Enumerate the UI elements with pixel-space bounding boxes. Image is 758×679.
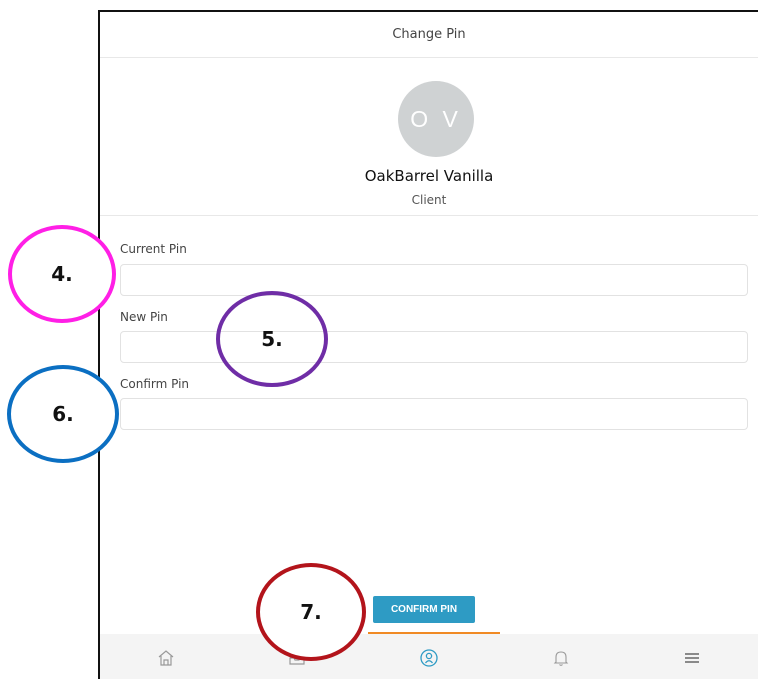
new-pin-label: New Pin — [120, 310, 168, 324]
new-pin-input[interactable] — [120, 331, 748, 363]
current-pin-label: Current Pin — [120, 242, 187, 256]
nav-item-home[interactable] — [100, 634, 232, 679]
annotation-7-label: 7. — [300, 600, 322, 624]
bell-icon — [553, 650, 568, 666]
profile-role: Client — [411, 193, 447, 207]
profile-icon — [420, 648, 438, 667]
screenshot-stage: Change Pin O V OakBarrel Vanilla Client … — [0, 0, 758, 679]
nav-item-notifications[interactable] — [495, 634, 627, 679]
nav-item-profile[interactable] — [363, 634, 495, 679]
confirm-pin-input[interactable] — [120, 398, 748, 430]
confirm-pin-button[interactable]: CONFIRM PIN — [373, 596, 475, 623]
home-icon — [158, 649, 174, 666]
profile-name: OakBarrel Vanilla — [364, 167, 494, 185]
app-window: Change Pin O V OakBarrel Vanilla Client … — [98, 10, 758, 679]
menu-icon — [685, 652, 700, 663]
annotation-5-label: 5. — [261, 327, 283, 351]
nav-item-menu[interactable] — [626, 634, 758, 679]
section-divider — [100, 215, 758, 216]
annotation-4-label: 4. — [51, 262, 73, 286]
top-bar: Change Pin — [100, 12, 758, 58]
annotation-7: 7. — [256, 563, 366, 661]
annotation-6: 6. — [7, 365, 119, 463]
annotation-6-label: 6. — [52, 402, 74, 426]
confirm-pin-label: Confirm Pin — [120, 377, 190, 391]
bottom-navigation — [100, 634, 758, 679]
avatar: O V — [398, 81, 474, 157]
page-title: Change Pin — [392, 27, 466, 42]
avatar-initials: O V — [410, 105, 462, 132]
current-pin-input[interactable] — [120, 264, 748, 296]
annotation-4: 4. — [8, 225, 116, 323]
annotation-5: 5. — [216, 291, 328, 387]
